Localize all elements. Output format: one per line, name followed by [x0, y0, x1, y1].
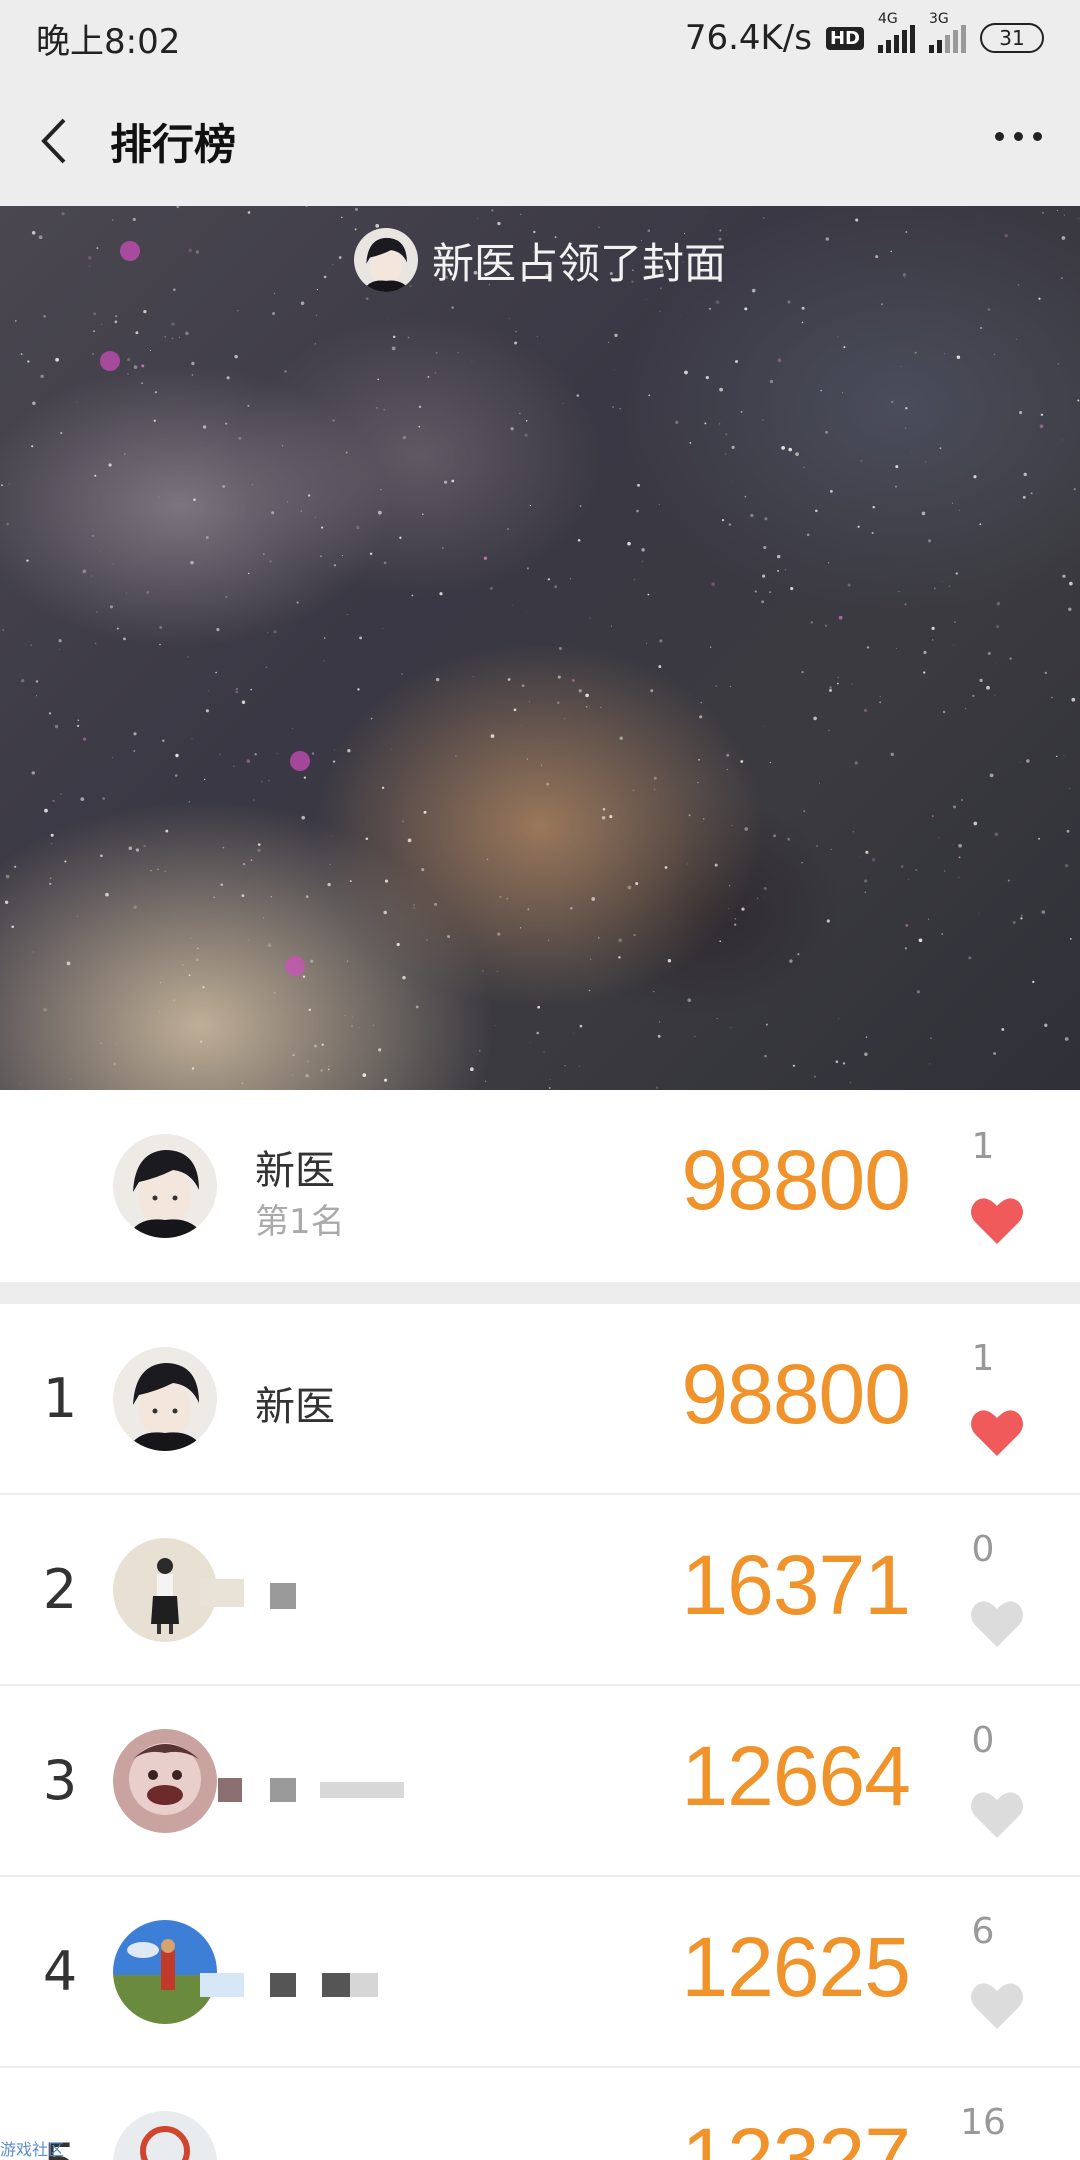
name-redacted — [270, 1583, 296, 1609]
name-redacted — [200, 1579, 244, 1607]
heart-icon[interactable] — [969, 1597, 1025, 1649]
cover-caption: 新医占领了封面 — [0, 228, 1080, 292]
avatar[interactable] — [113, 1347, 217, 1451]
watermark-text: 游戏社区 — [0, 2140, 65, 2159]
rank-number: 2 — [42, 1558, 78, 1621]
signal-4g-icon: 4G — [878, 11, 915, 53]
my-rank-card[interactable]: 新医 第1名 98800 1 — [0, 1090, 1080, 1282]
status-time: 晚上8:02 — [36, 21, 181, 62]
my-name: 新医 — [255, 1148, 335, 1194]
name-redacted — [322, 1973, 350, 1997]
user-name: 新医 — [255, 1384, 335, 1430]
rank-number: 3 — [42, 1749, 78, 1812]
avatar[interactable] — [113, 1920, 217, 2024]
my-score: 98800 — [681, 1133, 911, 1227]
cover-image[interactable]: 新医占领了封面 — [0, 206, 1080, 1090]
cover-caption-text: 新医占领了封面 — [431, 238, 726, 288]
back-icon[interactable] — [0, 76, 110, 206]
hd-icon: HD — [825, 26, 864, 50]
starfield — [1, 206, 1080, 1089]
my-like-count: 1 — [971, 1126, 995, 1167]
page-title: 排行榜 — [110, 119, 237, 169]
heart-icon[interactable] — [969, 1406, 1025, 1458]
network-speed: 76.4K/s — [684, 18, 812, 58]
score: 16371 — [681, 1538, 911, 1632]
like-count: 1 — [971, 1338, 995, 1379]
list-item[interactable]: 1 新医 98800 1 — [0, 1304, 1080, 1495]
avatar[interactable] — [113, 2111, 217, 2160]
list-item[interactable]: 5 12327 16 游戏社区 — [0, 2068, 1080, 2160]
battery-level: 31 — [999, 26, 1025, 50]
signal-3g-icon: 3G — [929, 11, 966, 53]
list-item[interactable]: 2 16371 0 — [0, 1495, 1080, 1686]
heart-icon[interactable] — [969, 1979, 1025, 2031]
rank-number: 4 — [42, 1940, 78, 2003]
list-item[interactable]: 4 12625 6 — [0, 1877, 1080, 2068]
status-icons: 76.4K/s HD 4G 3G 31 — [684, 11, 1044, 58]
my-rank-text: 第1名 — [255, 1202, 345, 1242]
status-bar: 晚上8:02 76.4K/s HD 4G 3G 31 — [0, 0, 1080, 76]
name-redacted — [320, 1782, 404, 1798]
score: 12664 — [681, 1729, 911, 1823]
avatar[interactable] — [113, 1729, 217, 1833]
like-count: 6 — [971, 1911, 995, 1952]
score: 12327 — [681, 2111, 911, 2160]
rank-number: 1 — [42, 1367, 78, 1430]
name-redacted — [270, 1778, 296, 1802]
like-count: 16 — [960, 2102, 1006, 2143]
name-redacted — [350, 1973, 378, 1997]
score: 98800 — [681, 1347, 911, 1441]
like-count: 0 — [971, 1720, 995, 1761]
more-icon[interactable] — [995, 132, 1042, 141]
heart-icon[interactable] — [969, 1788, 1025, 1840]
like-count: 0 — [971, 1529, 995, 1570]
avatar[interactable] — [113, 1134, 217, 1238]
name-redacted — [270, 1973, 296, 1997]
nav-bar: 排行榜 — [0, 76, 1080, 206]
battery-icon: 31 — [980, 23, 1044, 53]
score: 12625 — [681, 1920, 911, 2014]
divider — [0, 1282, 1080, 1304]
list-item[interactable]: 3 12664 0 — [0, 1686, 1080, 1877]
avatar — [353, 228, 418, 292]
name-redacted — [200, 1973, 244, 1997]
heart-icon[interactable] — [969, 1194, 1025, 1246]
name-redacted — [218, 1778, 242, 1802]
